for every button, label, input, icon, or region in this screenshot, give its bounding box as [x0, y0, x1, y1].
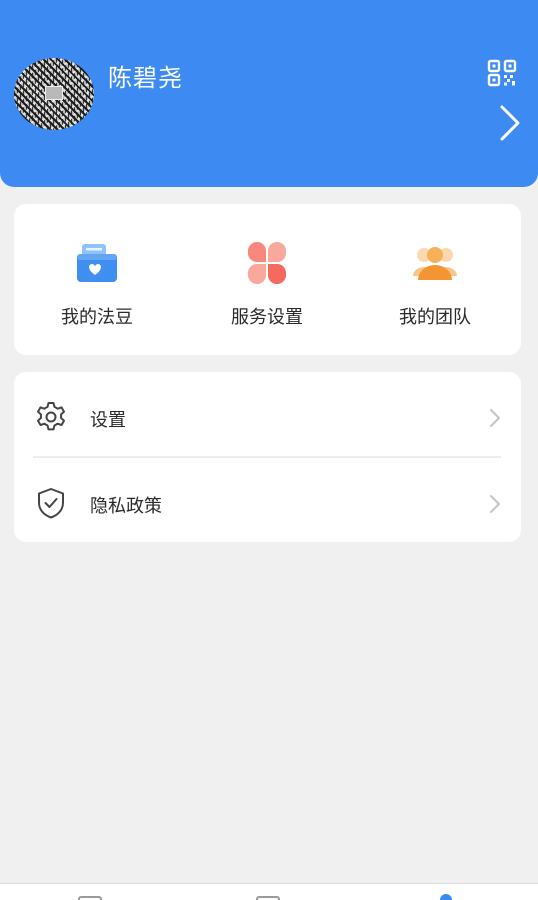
- action-label: 我的法豆: [61, 307, 133, 328]
- shield-check-icon: [38, 488, 64, 519]
- gear-icon: [37, 402, 65, 431]
- petals-grid-icon: [247, 241, 287, 285]
- chevron-right-icon[interactable]: [497, 103, 523, 143]
- menu-item-privacy-policy[interactable]: 隐私政策: [14, 458, 521, 542]
- avatar-center-mark: [45, 86, 63, 100]
- menu-item-settings[interactable]: 设置: [14, 372, 521, 456]
- chevron-right-icon: [490, 495, 500, 513]
- team-person-icon: [413, 247, 457, 280]
- menu-item-label: 隐私政策: [90, 496, 162, 517]
- folder-heart-icon: [77, 244, 117, 282]
- menu-card: 设置 隐私政策: [14, 372, 521, 542]
- tab-home-icon[interactable]: [78, 896, 102, 900]
- profile-header[interactable]: 陈碧尧: [0, 0, 538, 187]
- action-my-fadou[interactable]: 我的法豆: [27, 204, 167, 355]
- action-label: 服务设置: [231, 307, 303, 328]
- bottom-tab-bar: [0, 883, 538, 900]
- menu-item-label: 设置: [90, 410, 126, 431]
- chevron-right-icon: [490, 409, 500, 427]
- quick-actions-card: 我的法豆 服务设置 我的团队: [14, 204, 521, 355]
- action-my-team[interactable]: 我的团队: [365, 204, 505, 355]
- action-label: 我的团队: [399, 307, 471, 328]
- action-service-settings[interactable]: 服务设置: [197, 204, 337, 355]
- tab-document-icon[interactable]: [256, 896, 280, 900]
- qr-code-icon[interactable]: [487, 59, 517, 87]
- avatar[interactable]: [14, 58, 94, 130]
- user-name: 陈碧尧: [108, 64, 183, 92]
- tab-profile-icon[interactable]: [440, 894, 452, 900]
